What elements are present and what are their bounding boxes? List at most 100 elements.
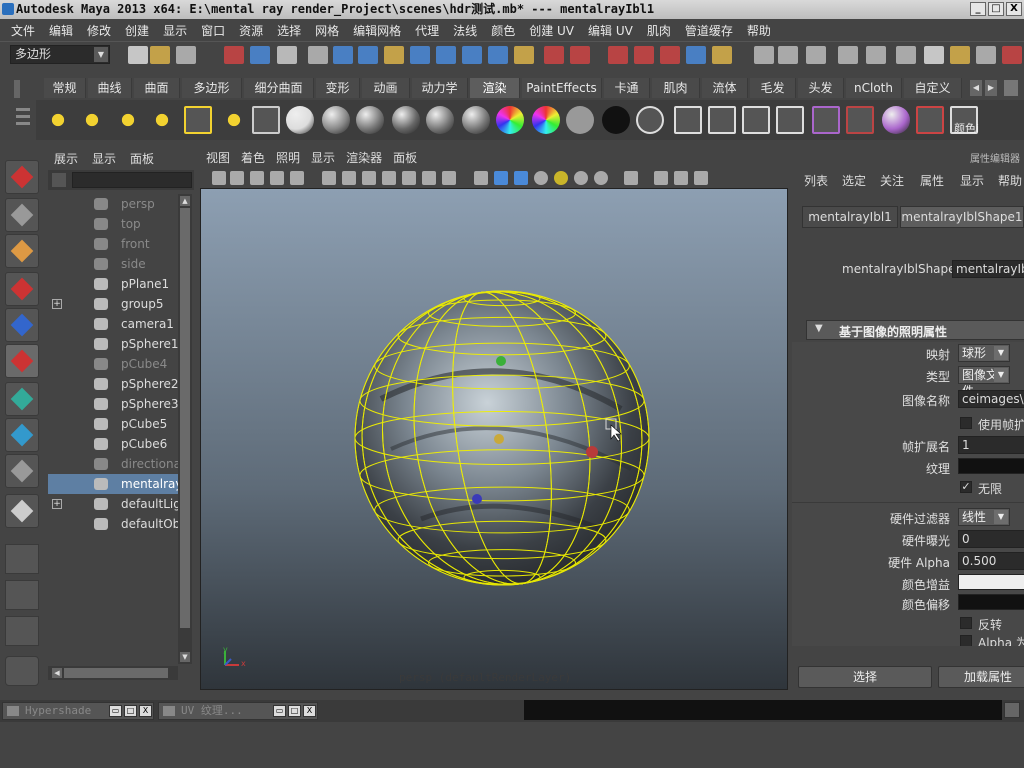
viewport-toolbar-icon[interactable] [534,171,548,185]
viewport-toolbar-icon[interactable] [654,171,668,185]
color-swatch[interactable] [958,458,1024,474]
close-button[interactable]: X [139,705,152,717]
shelf-tab[interactable]: 毛发 [750,78,796,98]
shelf-tab[interactable]: 曲面 [134,78,180,98]
viewport-toolbar-icon[interactable] [442,171,456,185]
menu-item[interactable]: 法线 [446,22,484,39]
viewport-menu-item[interactable]: 显示 [311,151,335,165]
lambert-icon[interactable] [322,106,350,134]
section-header-ibl[interactable]: ▼ 基于图像的照明属性 [806,320,1024,340]
layered-icon[interactable] [462,106,490,134]
surface-shader-icon[interactable] [636,106,664,134]
gray-shader-icon[interactable] [566,106,594,134]
attr-field[interactable]: 1 [958,436,1024,454]
status-line-tool-icon[interactable] [277,46,297,64]
minimized-window[interactable]: Hypershade ▭ □ X [2,702,154,720]
viewport-menu-item[interactable]: 面板 [393,151,417,165]
outliner-item[interactable]: pCube5 [48,414,178,434]
menu-item[interactable]: 编辑 UV [581,22,640,39]
attr-field[interactable]: ceimages\球 [958,390,1024,408]
status-line-tool-icon[interactable] [950,46,970,64]
color-swatch[interactable] [958,574,1024,590]
attribute-tab[interactable]: mentalrayIblShape1 [900,206,1024,228]
attr-field[interactable]: 0.500 [958,552,1024,570]
scroll-down-icon[interactable]: ▼ [180,652,190,662]
paint-select-tool-icon[interactable] [5,234,39,268]
render-view-icon[interactable] [846,106,874,134]
show-manipulator-icon[interactable] [5,454,39,488]
shelf-tab[interactable]: 曲线 [88,78,132,98]
status-line-tool-icon[interactable] [896,46,916,64]
shelf-tab[interactable]: 细分曲面 [244,78,314,98]
menu-item[interactable]: 网格 [308,22,346,39]
status-line-tool-icon[interactable] [358,46,378,64]
attribute-editor-menu-item[interactable]: 显示 [960,172,984,189]
outliner-hscrollbar[interactable]: ◀ [48,666,178,680]
shelf-tab-grip-icon[interactable] [14,80,20,98]
status-line-tool-icon[interactable] [514,46,534,64]
camera-icon[interactable] [252,106,280,134]
black-shader-icon[interactable] [602,106,630,134]
area-light2-icon[interactable] [184,106,212,134]
viewport-toolbar-icon[interactable] [322,171,336,185]
viewport-toolbar-icon[interactable] [554,171,568,185]
shelf-scroll-right-icon[interactable]: ▶ [985,80,997,96]
shelf-tab[interactable]: 卡通 [604,78,650,98]
area-light-icon[interactable] [78,106,106,134]
shelf-options[interactable] [0,100,36,140]
shelf-menu-icon[interactable] [16,108,30,132]
script-editor-icon[interactable] [1004,702,1020,718]
status-line-tool-icon[interactable] [150,46,170,64]
viewport-toolbar-icon[interactable] [230,171,244,185]
outliner-item[interactable]: persp [48,194,178,214]
status-line-tool-icon[interactable] [570,46,590,64]
shelf-tab[interactable]: 常规 [44,78,86,98]
shelf-tab[interactable]: 肌肉 [652,78,700,98]
select-tool-icon[interactable] [5,160,39,194]
viewport-3d-view[interactable]: y x persp (defaultRenderLayer) [200,188,788,690]
menu-item[interactable]: 选择 [270,22,308,39]
last-tool-icon[interactable] [5,494,39,528]
sphere-shader-icon[interactable] [286,106,314,134]
phong-icon[interactable] [392,106,420,134]
outliner-item[interactable]: pSphere1 [48,334,178,354]
attribute-editor-menu-item[interactable]: 列表 [804,172,828,189]
select-button[interactable]: 选择 [798,666,932,688]
status-line-tool-icon[interactable] [924,46,944,64]
viewport-toolbar-icon[interactable] [674,171,688,185]
ramp-shader-icon[interactable] [496,106,524,134]
viewport-toolbar-icon[interactable] [212,171,226,185]
shelf-tab[interactable]: 流体 [702,78,748,98]
status-line-tool-icon[interactable] [224,46,244,64]
restore-button[interactable]: ▭ [273,705,286,717]
status-line-tool-icon[interactable] [660,46,680,64]
viewport-toolbar-icon[interactable] [270,171,284,185]
menu-item[interactable]: 编辑 [42,22,80,39]
status-line-tool-icon[interactable] [806,46,826,64]
viewport-toolbar-icon[interactable] [514,171,528,185]
viewport-toolbar-icon[interactable] [422,171,436,185]
outliner-item[interactable]: mentalray [48,474,178,494]
maximize-button[interactable]: □ [288,705,301,717]
attribute-tab[interactable]: mentalrayIbl1 [802,206,898,228]
color-swatch[interactable] [958,594,1024,610]
close-button[interactable]: X [1006,2,1022,16]
shelf-tab[interactable]: 动力学 [412,78,468,98]
scale-tool-icon[interactable] [5,344,39,378]
outliner-item[interactable]: pCube6 [48,434,178,454]
status-line-tool-icon[interactable] [410,46,430,64]
menu-item[interactable]: 窗口 [194,22,232,39]
menu-item[interactable]: 修改 [80,22,118,39]
status-line-tool-icon[interactable] [488,46,508,64]
outliner-layout-icon[interactable] [5,616,39,646]
attribute-editor-menu-item[interactable]: 关注 [880,172,904,189]
menu-item[interactable]: 代理 [408,22,446,39]
status-line-tool-icon[interactable] [712,46,732,64]
outliner-item[interactable]: pCube4 [48,354,178,374]
viewport-menu-item[interactable]: 视图 [206,151,230,165]
menu-item[interactable]: 管道缓存 [678,22,740,39]
shelf-tab[interactable]: PaintEffects [522,78,602,98]
minimized-window[interactable]: UV 纹理... ▭ □ X [158,702,318,720]
outliner-item[interactable]: + defaultLigl [48,494,178,514]
outliner-item[interactable]: camera1 [48,314,178,334]
